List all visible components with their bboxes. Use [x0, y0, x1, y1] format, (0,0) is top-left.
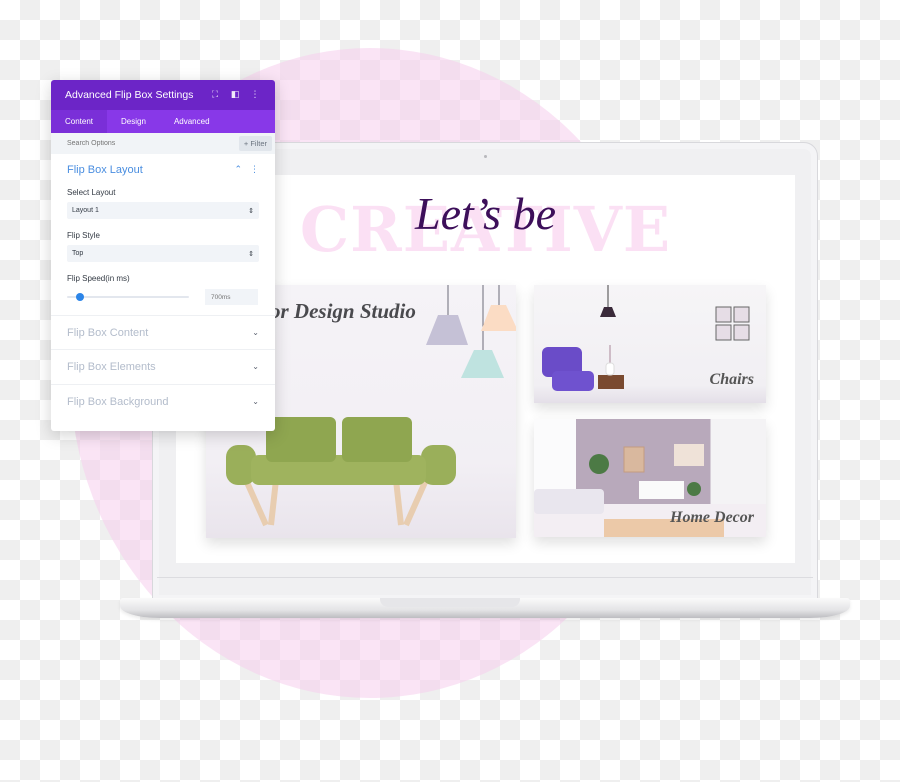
flip-speed-input[interactable]	[205, 289, 258, 305]
flip-speed-label: Flip Speed(in ms)	[67, 274, 130, 283]
more-vertical-icon[interactable]: ⋮	[250, 165, 259, 175]
flip-box-settings-panel: Advanced Flip Box Settings ⛶ ◧ ⋮ Content…	[51, 80, 275, 431]
tab-design[interactable]: Design	[107, 110, 160, 133]
search-row: + Filter	[51, 133, 275, 154]
flip-speed-slider[interactable]	[67, 291, 189, 303]
sidebar-layout-icon[interactable]: ◧	[225, 90, 245, 100]
panel-title: Advanced Flip Box Settings	[65, 89, 194, 101]
chevron-down-icon: ⌄	[252, 362, 259, 372]
filter-button[interactable]: + Filter	[238, 136, 272, 151]
section-title: Flip Box Elements	[67, 360, 156, 373]
flip-box-card-home-decor[interactable]: Home Decor	[534, 419, 766, 537]
panel-header: Advanced Flip Box Settings ⛶ ◧ ⋮	[51, 80, 275, 110]
section-title: Flip Box Content	[67, 326, 149, 339]
flip-style-label: Flip Style	[67, 231, 100, 240]
slider-track	[67, 296, 189, 298]
select-layout-label: Select Layout	[67, 188, 116, 197]
slider-thumb[interactable]	[76, 293, 85, 301]
select-layout-dropdown[interactable]: Layout 1 ⇕	[67, 202, 259, 219]
card-title-studio: or Design Studio	[270, 299, 416, 323]
section-flip-box-elements[interactable]: Flip Box Elements ⌄	[51, 350, 275, 385]
chevron-down-icon: ⌄	[252, 328, 259, 338]
select-arrows-icon: ⇕	[248, 207, 254, 215]
laptop-notch	[380, 598, 520, 607]
chevron-down-icon: ⌄	[252, 397, 259, 407]
select-arrows-icon: ⇕	[248, 250, 254, 258]
card-title-home-decor: Home Decor	[670, 509, 754, 526]
flip-box-card-chairs[interactable]: Chairs	[534, 285, 766, 403]
fullscreen-icon[interactable]: ⛶	[205, 90, 225, 100]
lamp-peach	[481, 305, 516, 331]
section-flip-box-content[interactable]: Flip Box Content ⌄	[51, 316, 275, 351]
card-title-chairs: Chairs	[709, 371, 754, 388]
more-vertical-icon[interactable]: ⋮	[245, 90, 265, 100]
panel-tabs: Content Design Advanced	[51, 110, 275, 133]
section-flip-box-layout: Flip Box Layout ⌃ ⋮ Select Layout Layout…	[51, 154, 275, 316]
section-flip-box-background[interactable]: Flip Box Background ⌄	[51, 385, 275, 419]
section-header[interactable]: Flip Box Layout ⌃ ⋮	[67, 164, 259, 176]
flip-style-value: Top	[72, 250, 84, 257]
search-options-input[interactable]	[67, 140, 207, 147]
select-layout-value: Layout 1	[72, 207, 99, 214]
tab-content[interactable]: Content	[51, 110, 108, 133]
tab-advanced[interactable]: Advanced	[160, 110, 224, 133]
flip-style-dropdown[interactable]: Top ⇕	[67, 245, 259, 262]
lamp-mint	[461, 350, 504, 378]
section-title: Flip Box Background	[67, 395, 169, 408]
chevron-up-icon[interactable]: ⌃	[234, 165, 242, 175]
laptop-base	[120, 598, 850, 618]
section-title: Flip Box Layout	[67, 164, 143, 176]
lamp-lavender	[426, 315, 468, 345]
lid-divider	[157, 577, 813, 578]
camera-dot	[484, 155, 487, 158]
